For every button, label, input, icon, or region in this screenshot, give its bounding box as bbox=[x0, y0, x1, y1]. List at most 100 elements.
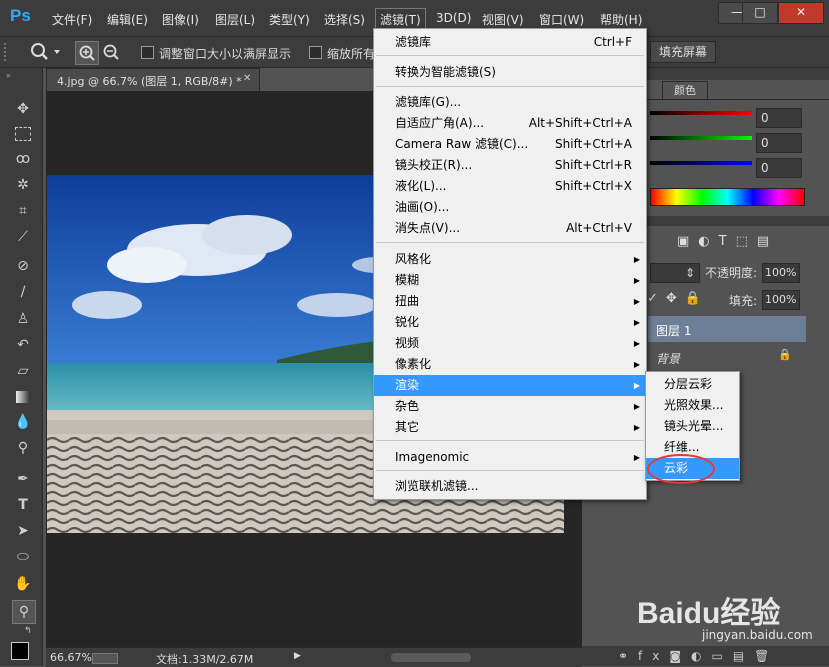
menu-item-oil-paint[interactable]: 油画(O)... bbox=[374, 197, 646, 218]
resize-window-checkbox[interactable] bbox=[141, 46, 154, 59]
menu-item-liquify[interactable]: 液化(L)... Shift+Ctrl+X bbox=[374, 176, 646, 197]
menu-3d[interactable]: 3D(D) bbox=[432, 10, 475, 26]
submenu-item-difference-clouds[interactable]: 分层云彩 bbox=[646, 374, 739, 395]
submenu-item-lens-flare[interactable]: 镜头光晕... bbox=[646, 416, 739, 437]
menu-item-filter-gallery-last[interactable]: 滤镜库 Ctrl+F bbox=[374, 32, 646, 53]
close-document-icon[interactable]: ✕ bbox=[243, 73, 251, 84]
lasso-tool-icon[interactable]: ꝏ bbox=[12, 148, 34, 170]
grip-handle[interactable] bbox=[4, 43, 10, 61]
menu-item-sharpen[interactable]: 锐化 ▶ bbox=[374, 312, 646, 333]
submenu-arrow-icon: ▶ bbox=[633, 276, 640, 285]
swap-colors-icon[interactable]: ↰ bbox=[24, 626, 32, 636]
close-button[interactable]: ✕ bbox=[778, 2, 824, 24]
menu-item-video[interactable]: 视频 ▶ bbox=[374, 333, 646, 354]
document-title: 4.jpg @ 66.7% (图层 1, RGB/8#) * bbox=[57, 75, 242, 88]
menu-help[interactable]: 帮助(H) bbox=[596, 10, 646, 29]
path-selection-tool-icon[interactable]: ➤ bbox=[12, 520, 34, 542]
clone-stamp-tool-icon[interactable]: ♙ bbox=[12, 308, 34, 330]
maximize-button[interactable]: □ bbox=[742, 2, 778, 24]
foreground-color-swatch[interactable] bbox=[11, 642, 29, 660]
layer-row[interactable]: 背景 🔒 bbox=[648, 344, 806, 370]
lock-icons[interactable]: ✓✥🔒 bbox=[647, 291, 709, 306]
hand-tool-icon[interactable]: ✋ bbox=[12, 573, 34, 595]
tab-color[interactable]: 颜色 bbox=[662, 81, 708, 100]
lock-icon: 🔒 bbox=[778, 348, 792, 361]
menu-item-noise[interactable]: 杂色 ▶ bbox=[374, 396, 646, 417]
layer-row-selected[interactable]: 图层 1 bbox=[648, 316, 806, 342]
fill-screen-button[interactable]: 填充屏幕 bbox=[650, 41, 716, 63]
crop-tool-icon[interactable]: ⌗ bbox=[12, 200, 34, 222]
opacity-value[interactable]: 100% bbox=[762, 263, 800, 283]
menu-item-label: 锐化 bbox=[395, 315, 420, 329]
menu-item-browse-online-filters[interactable]: 浏览联机滤镜... bbox=[374, 476, 646, 497]
menu-item-label: 其它 bbox=[395, 420, 420, 434]
layers-panel-footer[interactable]: ⚭fx◙◐▭▤🗑 bbox=[582, 646, 829, 666]
layer-filter-icons[interactable]: ▣◐T⬚▤ bbox=[677, 234, 778, 249]
menu-item-imagenomic[interactable]: Imagenomic ▶ bbox=[374, 447, 646, 468]
submenu-item-lighting-effects[interactable]: 光照效果... bbox=[646, 395, 739, 416]
zoom-slider[interactable] bbox=[92, 653, 118, 664]
color-spectrum[interactable] bbox=[650, 188, 805, 206]
magic-wand-tool-icon[interactable]: ✲ bbox=[12, 174, 34, 196]
menu-file[interactable]: 文件(F) bbox=[48, 10, 96, 29]
menu-edit[interactable]: 编辑(E) bbox=[103, 10, 152, 29]
red-slider[interactable] bbox=[650, 111, 752, 115]
healing-brush-tool-icon[interactable]: ⊘ bbox=[12, 255, 34, 277]
menu-view[interactable]: 视图(V) bbox=[478, 10, 528, 29]
dodge-tool-icon[interactable]: ⚲ bbox=[12, 437, 34, 459]
menu-item-distort[interactable]: 扭曲 ▶ bbox=[374, 291, 646, 312]
zoom-icon bbox=[31, 43, 60, 60]
collapse-icon[interactable]: » bbox=[6, 71, 11, 80]
menu-item-other[interactable]: 其它 ▶ bbox=[374, 417, 646, 438]
baidu-watermark: Baidu经验 bbox=[637, 597, 781, 630]
zoom-tool-preset[interactable] bbox=[28, 41, 62, 63]
horizontal-scrollbar[interactable] bbox=[391, 653, 471, 662]
zoom-tool-icon[interactable]: ⚲ bbox=[12, 600, 36, 624]
green-value[interactable]: 0 bbox=[756, 133, 802, 153]
menu-filter[interactable]: 滤镜(T) bbox=[375, 8, 426, 30]
marquee-tool-icon[interactable] bbox=[12, 123, 34, 145]
zoom-in-icon bbox=[79, 45, 95, 61]
menu-select[interactable]: 选择(S) bbox=[320, 10, 369, 29]
menu-layer[interactable]: 图层(L) bbox=[211, 10, 259, 29]
menu-type[interactable]: 类型(Y) bbox=[265, 10, 314, 29]
type-tool-icon[interactable]: T bbox=[12, 494, 34, 516]
menu-item-render[interactable]: 渲染 ▶ bbox=[374, 375, 646, 396]
submenu-arrow-icon: ▶ bbox=[633, 297, 640, 306]
menu-item-pixelate[interactable]: 像素化 ▶ bbox=[374, 354, 646, 375]
menu-item-vanishing-point[interactable]: 消失点(V)... Alt+Ctrl+V bbox=[374, 218, 646, 239]
layer-name: 背景 bbox=[656, 352, 681, 366]
gradient-tool-icon[interactable] bbox=[12, 386, 34, 408]
status-menu-arrow-icon[interactable]: ▶ bbox=[294, 651, 301, 661]
pen-tool-icon[interactable]: ✒ bbox=[12, 468, 34, 490]
eraser-tool-icon[interactable]: ▱ bbox=[12, 360, 34, 382]
menu-item-shortcut: Ctrl+F bbox=[593, 35, 632, 49]
zoom-level[interactable]: 66.67% bbox=[50, 651, 92, 664]
red-value[interactable]: 0 bbox=[756, 108, 802, 128]
blend-mode-dropdown[interactable]: ⇕ bbox=[650, 263, 700, 283]
blue-slider[interactable] bbox=[650, 161, 752, 165]
fill-value[interactable]: 100% bbox=[762, 290, 800, 310]
zoom-all-checkbox[interactable] bbox=[309, 46, 322, 59]
menu-item-stylize[interactable]: 风格化 ▶ bbox=[374, 249, 646, 270]
history-brush-tool-icon[interactable]: ↶ bbox=[12, 334, 34, 356]
menu-item-camera-raw[interactable]: Camera Raw 滤镜(C)... Shift+Ctrl+A bbox=[374, 134, 646, 155]
zoom-in-button[interactable] bbox=[75, 41, 99, 65]
menu-image[interactable]: 图像(I) bbox=[158, 10, 203, 29]
menu-item-filter-gallery[interactable]: 滤镜库(G)... bbox=[374, 92, 646, 113]
menu-window[interactable]: 窗口(W) bbox=[535, 10, 588, 29]
brush-tool-icon[interactable]: ∕ bbox=[12, 281, 34, 303]
menu-item-lens-correction[interactable]: 镜头校正(R)... Shift+Ctrl+R bbox=[374, 155, 646, 176]
zoom-out-button[interactable] bbox=[100, 41, 122, 63]
green-slider[interactable] bbox=[650, 136, 752, 140]
menu-item-convert-smart-filter[interactable]: 转换为智能滤镜(S) bbox=[374, 62, 646, 83]
tools-panel: » ✥ ꝏ ✲ ⌗ ⟋ ⊘ ∕ ♙ ↶ ▱ 💧 ⚲ ✒ T ➤ ⬭ ✋ ⚲ ↰ bbox=[0, 68, 43, 666]
document-tab[interactable]: 4.jpg @ 66.7% (图层 1, RGB/8#) * ✕ bbox=[46, 68, 260, 91]
eyedropper-tool-icon[interactable]: ⟋ bbox=[12, 226, 34, 248]
menu-item-blur[interactable]: 模糊 ▶ bbox=[374, 270, 646, 291]
blur-tool-icon[interactable]: 💧 bbox=[12, 411, 34, 433]
ellipse-tool-icon[interactable]: ⬭ bbox=[12, 546, 34, 568]
move-tool-icon[interactable]: ✥ bbox=[12, 98, 34, 120]
blue-value[interactable]: 0 bbox=[756, 158, 802, 178]
menu-item-adaptive-wide-angle[interactable]: 自适应广角(A)... Alt+Shift+Ctrl+A bbox=[374, 113, 646, 134]
